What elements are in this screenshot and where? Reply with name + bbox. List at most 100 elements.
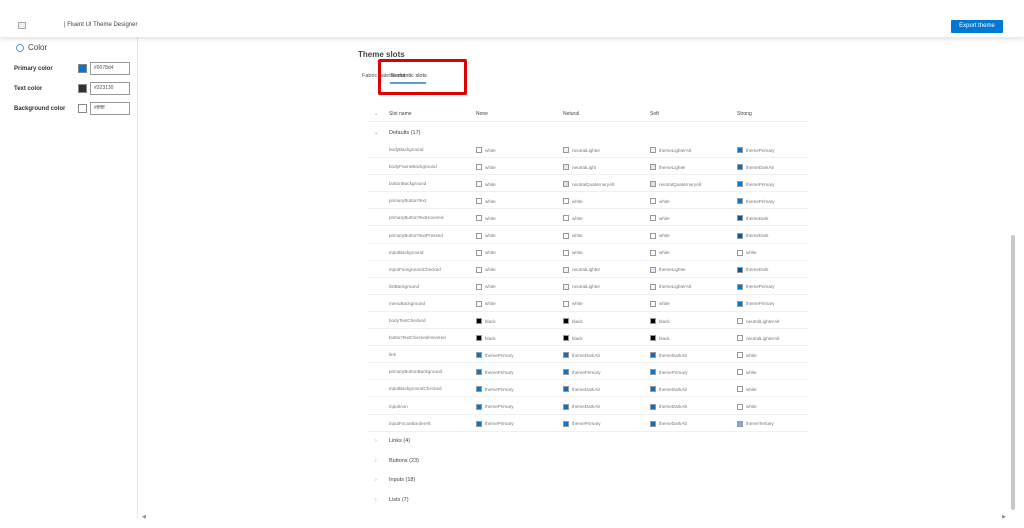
slot-value: white — [476, 249, 496, 256]
color-swatch — [737, 403, 743, 410]
color-swatch — [737, 249, 743, 256]
slot-value: themePrimary — [476, 386, 514, 393]
color-swatch — [476, 318, 482, 324]
slot-value-label: themePrimary — [572, 369, 601, 375]
color-swatch — [650, 215, 656, 222]
slot-value-label: themeDarkAlt — [746, 164, 774, 170]
collapse-all-chevron-icon[interactable]: ⌄ — [374, 111, 380, 117]
color-swatch — [650, 283, 656, 290]
color-swatch — [563, 300, 569, 307]
color-swatch — [737, 164, 743, 171]
color-swatch — [737, 198, 743, 205]
slot-value: neutralLighter — [563, 147, 600, 153]
slot-value-label: white — [485, 284, 496, 290]
slot-value: neutralQuaternaryAlt — [650, 181, 702, 188]
scroll-left-icon[interactable]: ◀ — [142, 514, 146, 520]
group-row[interactable]: › Inputs (18) — [375, 477, 415, 483]
slot-value: themePrimary — [650, 369, 688, 376]
color-swatch — [563, 266, 569, 273]
slot-value-label: white — [659, 198, 670, 204]
color-heading: Color — [16, 43, 47, 52]
slot-value-label: white — [572, 301, 583, 307]
slot-value: neutralLighter — [563, 283, 601, 290]
slot-value-label: black — [572, 335, 583, 341]
table-row: primaryButtonTextHovered white white white t… — [368, 209, 808, 227]
color-swatch — [737, 318, 743, 324]
slot-value-label: neutralLighter — [572, 284, 601, 290]
slot-value-label: themePrimary — [746, 301, 775, 307]
logo-image — [18, 22, 26, 29]
slot-value-label: themeDarkAlt — [659, 352, 687, 358]
slot-name: bodyFrameBackground — [389, 164, 437, 170]
chevron-right-icon[interactable]: › — [375, 458, 381, 464]
table-row: bodyFrameBackground white neutralLight them… — [368, 158, 808, 176]
chevron-down-icon[interactable]: ⌄ — [374, 130, 380, 136]
text-color-input[interactable]: #323130 — [90, 82, 130, 95]
color-swatch — [650, 335, 656, 342]
group-row[interactable]: › Lists (7) — [375, 497, 409, 503]
slot-value: white — [476, 232, 496, 239]
table-row: inputBackground white white white white — [368, 244, 808, 261]
slot-value-label: white — [659, 250, 670, 256]
slot-value: neutralQuaternaryAlt — [563, 181, 615, 188]
slot-value-label: themePrimary — [746, 181, 775, 187]
slot-value: themePrimary — [737, 181, 775, 188]
slot-value-label: white — [572, 250, 583, 256]
color-swatch — [650, 352, 656, 359]
table-row: inputForegroundChecked white neutralLighte… — [368, 261, 808, 278]
group-defaults[interactable]: ⌄ Defaults (17) — [368, 124, 808, 141]
slot-value: themePrimary — [476, 369, 514, 376]
column-neutral: Netural — [563, 111, 580, 117]
color-swatch — [650, 318, 656, 324]
chevron-right-icon[interactable]: › — [375, 438, 381, 444]
slot-value: themePrimary — [563, 369, 601, 376]
text-color-swatch[interactable] — [78, 84, 87, 93]
slot-value: white — [476, 283, 496, 290]
color-swatch — [563, 164, 569, 171]
background-color-input[interactable]: #ffffff — [90, 102, 130, 115]
slot-value-label: white — [485, 215, 496, 221]
slot-value: white — [650, 198, 670, 205]
color-swatch — [737, 283, 743, 290]
slot-value-label: themeDarkAlt — [572, 352, 600, 358]
slot-value: themeDark — [737, 266, 768, 273]
background-color-swatch[interactable] — [78, 104, 87, 113]
slot-value-label: themeDark — [746, 233, 769, 238]
slot-name: listBackground — [389, 283, 420, 289]
slot-value: white — [650, 249, 670, 256]
slot-value-label: themeDark — [746, 215, 769, 221]
slot-value-label: white — [659, 233, 670, 238]
group-row[interactable]: › Buttons (23) — [375, 458, 419, 464]
color-swatch — [650, 249, 656, 256]
group-row[interactable]: › Links (4) — [375, 438, 410, 444]
primary-color-input[interactable]: #0078d4 — [90, 62, 130, 75]
scroll-right-icon[interactable]: ▶ — [1002, 514, 1006, 520]
slot-name: link — [389, 352, 396, 358]
primary-color-swatch[interactable] — [78, 64, 87, 73]
color-swatch — [476, 369, 482, 376]
primary-color-label: Primary color — [14, 65, 53, 72]
horizontal-scrollbar[interactable]: ◀ ▶ — [140, 514, 1010, 520]
highlight-box — [378, 59, 467, 95]
column-strong: Strong — [737, 111, 752, 117]
slot-value: themePrimary — [737, 283, 775, 290]
slot-value-label: themeDarkAlt — [659, 404, 687, 409]
slot-value: themePrimary — [476, 420, 514, 427]
export-theme-button[interactable]: Export theme — [951, 20, 1003, 33]
slot-value-label: neutralQuaternaryAlt — [572, 181, 615, 187]
slot-value-label: neutralQuaternaryAlt — [659, 181, 702, 187]
vertical-scrollbar[interactable] — [1011, 235, 1015, 510]
slot-value: white — [476, 198, 496, 205]
color-swatch — [737, 352, 743, 359]
slot-name: primaryButtonTextPressed — [389, 232, 443, 238]
slot-value: themePrimary — [563, 420, 601, 427]
color-swatch — [563, 147, 569, 153]
table-row: inputIcon themePrimary themeDarkAlt themeDa… — [368, 398, 808, 415]
chevron-right-icon[interactable]: › — [375, 497, 381, 503]
slot-value: black — [476, 335, 496, 342]
color-swatch — [650, 386, 656, 393]
table-header: ⌄ Slot name None Netural Soft Strong — [368, 105, 808, 122]
chevron-right-icon[interactable]: › — [375, 477, 381, 483]
slot-value-label: themePrimary — [746, 147, 775, 153]
table-row: link themePrimary themeDarkAlt themeDarkAlt… — [368, 346, 808, 364]
